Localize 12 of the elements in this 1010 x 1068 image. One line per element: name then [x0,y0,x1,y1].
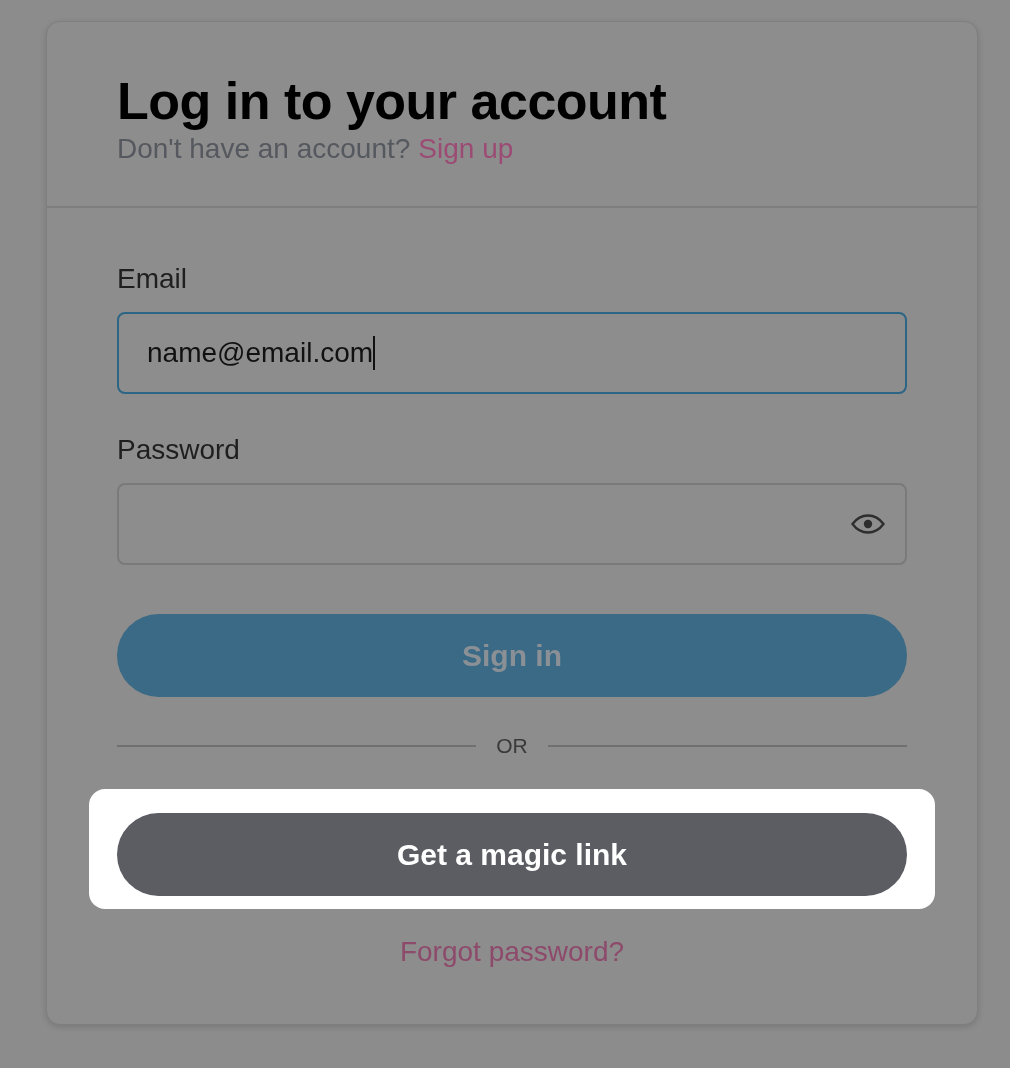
password-input[interactable] [117,483,907,565]
field-label: Email [117,262,187,296]
magic-link-button[interactable]: Get a magic link [117,813,907,896]
or-divider-text: OR [496,734,528,758]
email-input[interactable]: name@email.com [117,312,907,394]
signup-prompt: Don't have an account? [117,132,411,166]
signup-link[interactable]: Sign up [418,132,514,166]
forgot-password-link[interactable]: Forgot password? [399,935,625,969]
page-title: Log in to your account [117,71,667,132]
eye-icon[interactable] [851,514,885,534]
text-cursor [373,336,376,370]
field-label: Password [117,433,240,467]
